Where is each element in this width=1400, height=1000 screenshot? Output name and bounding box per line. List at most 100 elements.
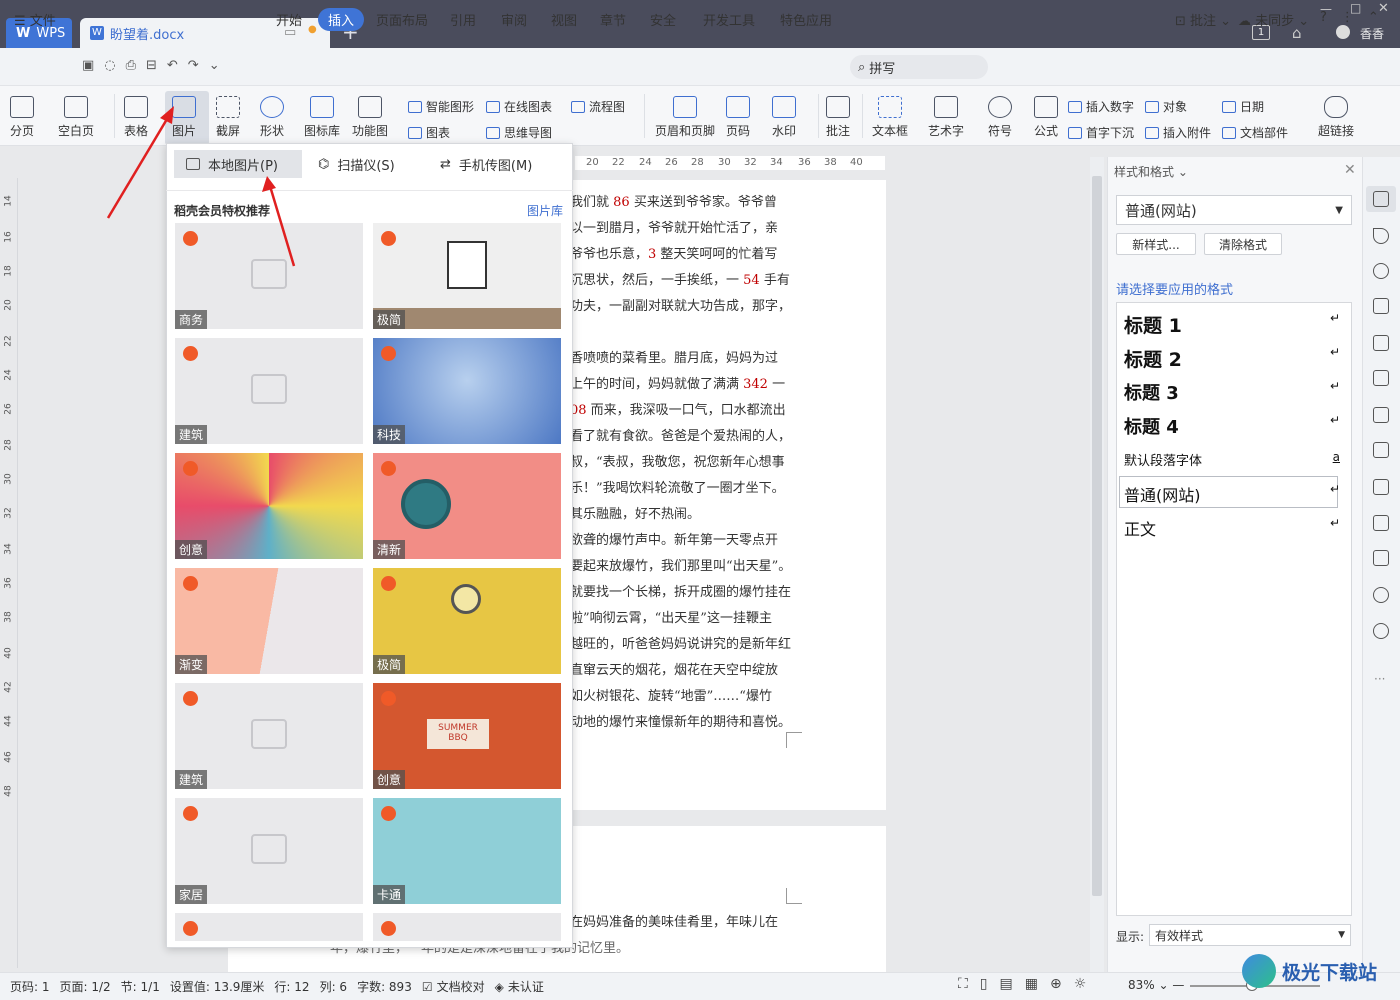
status-setting[interactable]: 设置值: 13.9厘米 (170, 978, 265, 995)
avatar[interactable] (1336, 25, 1350, 39)
page-number-label: 页码 (726, 124, 751, 138)
image-edit-icon[interactable] (1373, 550, 1389, 566)
smart-art-button[interactable]: 智能图形 (408, 98, 474, 115)
hyperlink-button[interactable]: 超链接 (1318, 96, 1354, 139)
tab-section[interactable]: 章节 (600, 10, 626, 29)
thumbnail-placeholder[interactable]: 建筑 (175, 683, 363, 789)
zoom-level[interactable]: 83% ⌄ — (1128, 978, 1184, 992)
picture-library-link[interactable]: 图片库 (527, 202, 563, 219)
page-break-icon (10, 96, 34, 118)
styles-panel-title[interactable]: 样式和格式 ⌄ (1114, 163, 1188, 180)
mindmap-button[interactable]: 思维导图 (486, 124, 552, 141)
tab-page-layout[interactable]: 页面布局 (376, 10, 428, 29)
select-cursor-icon[interactable] (1373, 228, 1389, 244)
sync-status[interactable]: ☁ 未同步 ⌄ (1238, 10, 1309, 29)
clear-format-button[interactable]: 清除格式 (1204, 233, 1282, 255)
style-item-heading1[interactable]: 标题 1 ↵ (1124, 311, 1340, 338)
thumbnail-clock[interactable]: 清新 (373, 453, 561, 559)
thumbnail-colorful[interactable]: 创意 (175, 453, 363, 559)
view-mode-icons[interactable]: ⛶▯▤▦⊕☼ (958, 976, 1098, 992)
tab-security[interactable]: 安全 (650, 10, 676, 29)
flowchart-button[interactable]: 流程图 (571, 98, 625, 115)
comment-button[interactable]: 批注 (826, 96, 850, 139)
status-certification[interactable]: 未认证 (508, 978, 544, 995)
thumbnail-placeholder[interactable]: 建筑 (175, 338, 363, 444)
user-name[interactable]: 香香 (1360, 25, 1384, 42)
thumbnail-partial[interactable] (373, 913, 561, 941)
show-filter-select[interactable]: 有效样式 ▼ (1149, 924, 1351, 946)
thumbnail-cartoon[interactable]: 卡通 (373, 798, 561, 904)
doc-part-button[interactable]: 文档部件 (1222, 124, 1288, 141)
tab-view[interactable]: 视图 (551, 10, 577, 29)
drop-cap-button[interactable]: 首字下沉 (1068, 124, 1134, 141)
textbox-button[interactable]: 文本框 (872, 96, 908, 139)
thumbnail-gradient[interactable]: 渐变 (175, 568, 363, 674)
status-row[interactable]: 行: 12 (274, 978, 309, 995)
status-pages[interactable]: 页面: 1/2 (60, 978, 111, 995)
attachment-button[interactable]: 插入附件 (1145, 124, 1211, 141)
help-side-icon[interactable] (1373, 623, 1389, 639)
art-text-button[interactable]: 艺术字 (928, 96, 964, 139)
style-item-body[interactable]: 正文 ↵ (1124, 516, 1340, 540)
image-side-icon[interactable] (1373, 515, 1389, 531)
thumbnail-placeholder[interactable]: 家居 (175, 798, 363, 904)
tab-review[interactable]: 审阅 (501, 10, 527, 29)
watermark-button[interactable]: 水印 (772, 96, 796, 139)
document-side-icon[interactable] (1373, 479, 1389, 495)
style-brush-icon[interactable] (1373, 191, 1389, 207)
premium-badge-icon (381, 346, 396, 361)
status-proofread[interactable]: 文档校对 (437, 978, 485, 995)
status-page-code[interactable]: 页码: 1 (10, 978, 50, 995)
date-button[interactable]: 日期 (1222, 98, 1264, 115)
art-text-side-icon[interactable] (1373, 298, 1389, 314)
tab-special[interactable]: 特色应用 (780, 10, 832, 29)
style-item-heading2[interactable]: 标题 2 ↵ (1124, 345, 1340, 372)
phone-transfer-item[interactable]: ⇄ 手机传图(M) (428, 150, 532, 178)
page-break-button[interactable]: 分页 (10, 96, 34, 139)
thumbnail-frame[interactable]: 极简 (373, 223, 561, 329)
arrowhead-icon (160, 106, 174, 124)
tab-start[interactable]: 开始 (276, 10, 302, 29)
online-chart-button[interactable]: 在线图表 (486, 98, 552, 115)
thumbnail-bbq[interactable]: SUMMER BBQ 创意 (373, 683, 561, 789)
style-item-normal-web[interactable]: 普通(网站) ↵ (1124, 482, 1340, 506)
style-item-heading3[interactable]: 标题 3 ↵ (1124, 379, 1340, 405)
thumbnail-magnifier[interactable]: 极简 (373, 568, 561, 674)
shapes-icon[interactable] (1373, 263, 1389, 279)
scrollbar-thumb[interactable] (1092, 176, 1102, 896)
insert-number-button[interactable]: 插入数字 (1068, 98, 1134, 115)
tab-developer[interactable]: 开发工具 (703, 10, 755, 29)
tab-insert[interactable]: 插入 (318, 8, 365, 31)
status-words[interactable]: 字数: 893 (357, 978, 412, 995)
file-menu[interactable]: ☰ 文件 (14, 10, 56, 29)
chart-button[interactable]: 图表 (408, 124, 450, 141)
more-icon[interactable]: ··· (1374, 672, 1385, 686)
history-icon[interactable] (1373, 587, 1389, 603)
style-item-heading4[interactable]: 标题 4 ↵ (1124, 413, 1340, 439)
current-style-select[interactable]: 普通(网站) ▼ (1116, 195, 1352, 225)
thumbnail-partial[interactable] (175, 913, 363, 941)
logo-text: 极光下载站 (1282, 961, 1378, 984)
status-section[interactable]: 节: 1/1 (121, 978, 160, 995)
tab-references[interactable]: 引用 (450, 10, 476, 29)
help-icons[interactable]: ?⋮⌃ (1320, 10, 1393, 25)
annotate-menu[interactable]: ⊡ 批注 ⌄ (1175, 10, 1231, 29)
function-chart-button[interactable]: 功能图 (352, 96, 388, 139)
style-item-default-font[interactable]: 默认段落字体 a (1124, 450, 1340, 469)
symbol-button[interactable]: 符号 (988, 96, 1012, 139)
thumbnail-tech[interactable]: 科技 (373, 338, 561, 444)
status-col[interactable]: 列: 6 (320, 978, 348, 995)
blank-page-button[interactable]: 空白页 (58, 96, 94, 139)
formula-button[interactable]: 公式 (1034, 96, 1058, 139)
quick-access-icons[interactable]: ▣◌⎙⊟↶↷⌄ (82, 58, 230, 73)
search-box[interactable]: ⌕ 拼写 (850, 55, 988, 79)
close-panel-icon[interactable]: ✕ (1344, 162, 1356, 178)
copy-format-icon[interactable] (1373, 407, 1389, 423)
adjust-icon[interactable] (1373, 370, 1389, 386)
new-style-button[interactable]: 新样式... (1116, 233, 1196, 255)
object-button[interactable]: 对象 (1145, 98, 1187, 115)
page-number-button[interactable]: 页码 (726, 96, 750, 139)
header-footer-button[interactable]: 页眉和页脚 (655, 96, 715, 139)
table-side-icon[interactable] (1373, 335, 1389, 351)
translate-icon[interactable] (1373, 442, 1389, 458)
